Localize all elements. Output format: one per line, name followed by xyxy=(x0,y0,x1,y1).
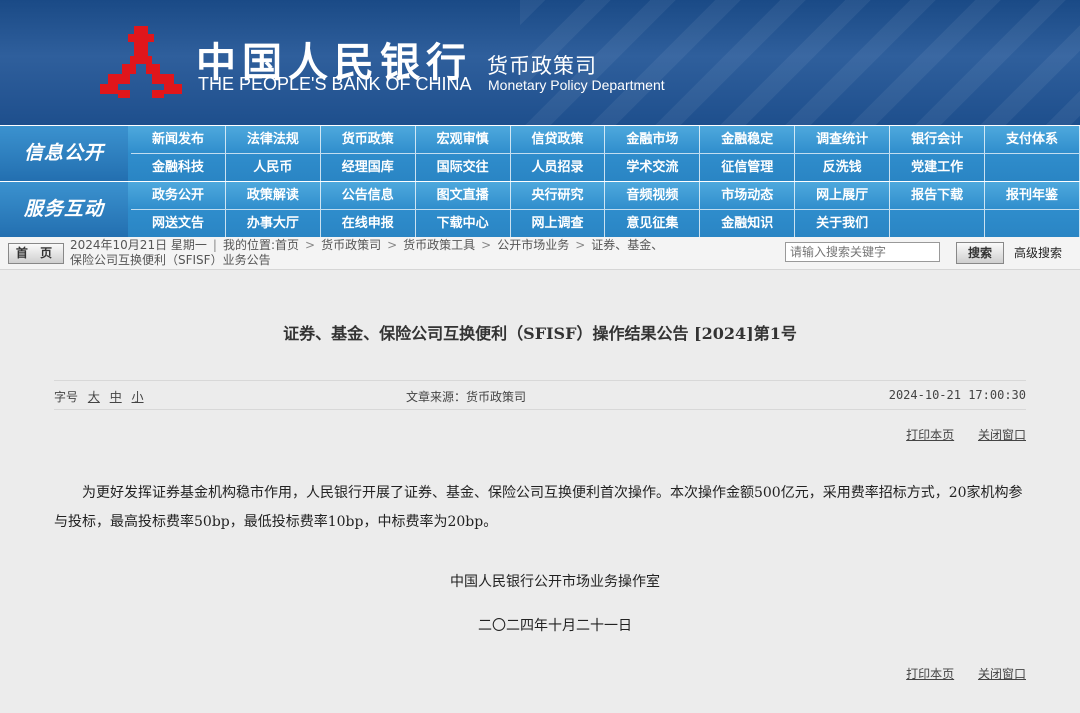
breadcrumb-current-tail: 保险公司互换便利（SFISF）业务公告 xyxy=(70,253,271,267)
article-meta-bar: 字号 大 中 小 文章来源：货币政策司 2024-10-21 17:00:30 xyxy=(54,380,1026,410)
breadcrumb-separator: > xyxy=(305,238,316,252)
breadcrumb-link[interactable]: 货币政策司 xyxy=(321,238,381,252)
nav-info-item-3[interactable]: 宏观审慎 xyxy=(416,126,511,153)
print-page-link[interactable]: 打印本页 xyxy=(906,667,954,681)
nav-info-item-8[interactable]: 银行会计 xyxy=(890,126,986,153)
breadcrumb-current: 证券、基金、 xyxy=(591,238,664,252)
search-input[interactable] xyxy=(785,242,940,262)
breadcrumb: 2024年10月21日 星期一 | 我的位置:首页 > 货币政策司 > 货币政策工具 > 公开市… xyxy=(70,238,780,268)
nav-info-item-14[interactable]: 人员招录 xyxy=(511,154,606,181)
main-navigation: 信息公开 新闻发布 法律法规 货币政策 宏观审慎 信贷政策 金融市场 金融稳定 调查统计 银行会… xyxy=(0,125,1080,237)
nav-service-item-3[interactable]: 图文直播 xyxy=(416,182,511,209)
nav-info-item-7[interactable]: 调查统计 xyxy=(795,126,891,153)
nav-info-item-17[interactable]: 反洗钱 xyxy=(795,154,891,181)
font-size-medium-link[interactable]: 中 xyxy=(110,390,122,404)
font-size-large-link[interactable]: 大 xyxy=(88,390,100,404)
pboc-emblem-icon[interactable] xyxy=(100,24,182,102)
nav-info-item-0[interactable]: 新闻发布 xyxy=(131,126,226,153)
nav-service-item-19 xyxy=(985,210,1080,237)
signature-date: 二〇二四年十月二十一日 xyxy=(478,618,632,634)
nav-band-service: 服务互动 政务公开 政策解读 公告信息 图文直播 央行研究 音频视频 市场动态 网上展厅 报告下… xyxy=(0,182,1080,237)
breadcrumb-home-link[interactable]: 我的位置:首页 xyxy=(223,238,299,252)
nav-service-item-7[interactable]: 网上展厅 xyxy=(795,182,891,209)
nav-service-item-8[interactable]: 报告下载 xyxy=(890,182,986,209)
article-body: 为更好发挥证券基金机构稳市作用，人民银行开展了证券、基金、保险公司互换便利首次操… xyxy=(54,485,1023,530)
breadcrumb-bar: 首 页 2024年10月21日 星期一 | 我的位置:首页 > 货币政策司 > 货币政策工具… xyxy=(0,237,1080,270)
department-chinese-name: 货币政策司 xyxy=(487,54,597,78)
close-window-link[interactable]: 关闭窗口 xyxy=(978,667,1026,681)
nav-service-item-17[interactable]: 关于我们 xyxy=(795,210,891,237)
nav-service-item-14[interactable]: 网上调查 xyxy=(511,210,606,237)
nav-service-item-4[interactable]: 央行研究 xyxy=(511,182,606,209)
nav-info-item-4[interactable]: 信贷政策 xyxy=(511,126,606,153)
article-actions-top: 打印本页 关闭窗口 xyxy=(886,426,1026,443)
nav-service-item-2[interactable]: 公告信息 xyxy=(321,182,416,209)
article-source: 文章来源：货币政策司 xyxy=(406,390,527,404)
current-date: 2024年10月21日 星期一 xyxy=(70,238,207,252)
nav-info-item-16[interactable]: 征信管理 xyxy=(700,154,796,181)
breadcrumb-separator: | xyxy=(212,238,217,252)
breadcrumb-separator: > xyxy=(387,238,398,252)
nav-service-item-5[interactable]: 音频视频 xyxy=(605,182,701,209)
nav-service-item-11[interactable]: 办事大厅 xyxy=(226,210,321,237)
header-decoration xyxy=(520,0,1080,125)
nav-service-item-6[interactable]: 市场动态 xyxy=(700,182,796,209)
nav-band-info: 信息公开 新闻发布 法律法规 货币政策 宏观审慎 信贷政策 金融市场 金融稳定 调查统计 银行会… xyxy=(0,126,1080,181)
nav-service-item-0[interactable]: 政务公开 xyxy=(131,182,226,209)
breadcrumb-separator: > xyxy=(481,238,492,252)
nav-info-item-18[interactable]: 党建工作 xyxy=(890,154,986,181)
nav-service-item-9[interactable]: 报刊年鉴 xyxy=(985,182,1080,209)
article-actions-bottom: 打印本页 关闭窗口 xyxy=(886,665,1026,682)
signature-organization: 中国人民银行公开市场业务操作室 xyxy=(450,574,660,590)
advanced-search-link[interactable]: 高级搜索 xyxy=(1014,244,1062,261)
nav-info-item-10[interactable]: 金融科技 xyxy=(131,154,226,181)
home-button[interactable]: 首 页 xyxy=(8,243,64,264)
nav-service-item-13[interactable]: 下载中心 xyxy=(416,210,511,237)
article-title: 证券、基金、保险公司互换便利（SFISF）操作结果公告 [2024]第1号 xyxy=(283,324,797,343)
nav-grid-service: 政务公开 政策解读 公告信息 图文直播 央行研究 音频视频 市场动态 网上展厅 报告下载 报刊年鉴… xyxy=(131,182,1080,237)
nav-service-item-15[interactable]: 意见征集 xyxy=(605,210,701,237)
print-page-link[interactable]: 打印本页 xyxy=(906,428,954,442)
nav-info-item-19 xyxy=(985,154,1080,181)
breadcrumb-link[interactable]: 货币政策工具 xyxy=(403,238,475,252)
nav-info-item-11[interactable]: 人民币 xyxy=(226,154,321,181)
close-window-link[interactable]: 关闭窗口 xyxy=(978,428,1026,442)
nav-info-item-13[interactable]: 国际交往 xyxy=(416,154,511,181)
brand-english-name: THE PEOPLE'S BANK OF CHINA xyxy=(198,74,472,94)
nav-info-item-2[interactable]: 货币政策 xyxy=(321,126,416,153)
article-datetime: 2024-10-21 17:00:30 xyxy=(888,388,1026,402)
nav-service-item-1[interactable]: 政策解读 xyxy=(226,182,321,209)
font-size-selector: 字号 大 中 小 xyxy=(54,388,144,405)
nav-section-label-info: 信息公开 xyxy=(0,126,128,181)
nav-grid-info: 新闻发布 法律法规 货币政策 宏观审慎 信贷政策 金融市场 金融稳定 调查统计 银行会计 支付体系… xyxy=(131,126,1080,181)
search-button[interactable]: 搜索 xyxy=(956,242,1004,264)
nav-info-item-15[interactable]: 学术交流 xyxy=(605,154,701,181)
nav-section-label-service: 服务互动 xyxy=(0,182,128,237)
nav-service-item-18 xyxy=(890,210,986,237)
breadcrumb-separator: > xyxy=(575,238,586,252)
nav-info-item-1[interactable]: 法律法规 xyxy=(226,126,321,153)
nav-service-item-10[interactable]: 网送文告 xyxy=(131,210,226,237)
nav-info-item-5[interactable]: 金融市场 xyxy=(605,126,701,153)
site-header: 中国人民银行 THE PEOPLE'S BANK OF CHINA 货币政策司 … xyxy=(0,0,1080,125)
department-english-name: Monetary Policy Department xyxy=(488,77,665,93)
font-size-small-link[interactable]: 小 xyxy=(132,390,144,404)
nav-service-item-12[interactable]: 在线申报 xyxy=(321,210,416,237)
nav-info-item-12[interactable]: 经理国库 xyxy=(321,154,416,181)
nav-info-item-6[interactable]: 金融稳定 xyxy=(700,126,796,153)
nav-info-item-9[interactable]: 支付体系 xyxy=(985,126,1080,153)
nav-service-item-16[interactable]: 金融知识 xyxy=(700,210,796,237)
font-size-label: 字号 xyxy=(54,390,79,404)
breadcrumb-link[interactable]: 公开市场业务 xyxy=(497,238,569,252)
